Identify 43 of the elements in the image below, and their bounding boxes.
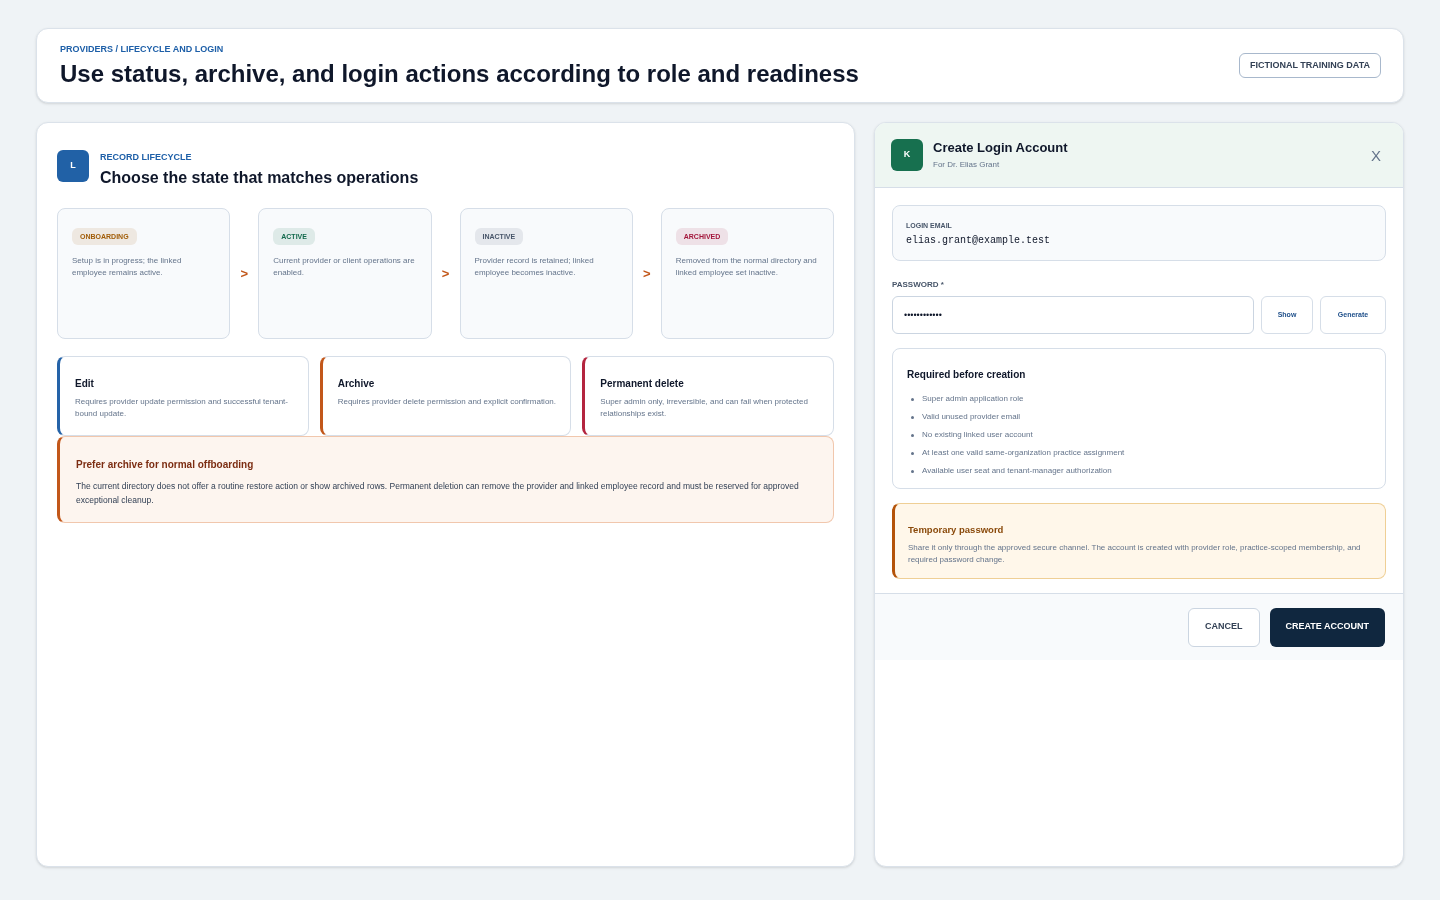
state-description: Current provider or client operations are enabled. [273,255,416,279]
action-title: Archive [337,379,376,389]
email-value: elias.grant@example.test [906,236,1052,246]
next-arrow: > [642,267,651,280]
action-title: Edit [75,379,95,389]
callout-body: The current directory does not offer a routine restore action or show archived rows. Permanent deletion can remove the provider and linked employee record and must be reserved for approved exceptional cleanup. [76,480,800,507]
bullet-icon [911,397,914,401]
state-description: Removed from the normal directory and linked employee set inactive. [675,255,818,279]
section-title: Choose the state that matches operations [100,170,419,186]
action-description: Requires provider update permission and successful tenant-bound update. [75,396,289,420]
action-description: Requires provider delete permission and explicit confirmation. [337,396,557,408]
requirement-item: Super admin application role [922,395,1024,403]
state-description: Provider record is retained; linked employee becomes inactive. [474,255,595,279]
dialog-subtitle: For Dr. Elias Grant [933,161,1001,169]
requirement-item: At least one valid same-organization practice assignment [922,449,1125,457]
password-field[interactable]: •••••••••••• [892,296,1254,334]
state-description: Setup is in progress; the linked employee remains active. [72,255,183,279]
page-title: Use status, archive, and login actions according to role and readiness [60,62,859,86]
requirement-item: No existing linked user account [922,431,1033,439]
requirement-item: Available user seat and tenant-manager authorization [922,467,1112,475]
action-title: Permanent delete [600,379,685,389]
letter-avatar-icon: K [891,139,923,171]
dialog-title: Create Login Account [933,141,1069,154]
next-arrow: > [240,267,249,280]
breadcrumb: PROVIDERS / LIFECYCLE AND LOGIN [60,45,225,54]
create-account-button[interactable]: CREATE ACCOUNT [1269,607,1385,647]
bullet-icon [911,451,914,455]
bullet-icon [911,433,914,437]
notice-title: Temporary password [908,525,1005,535]
bullet-icon [911,415,914,419]
bullet-icon [911,469,914,473]
cancel-button[interactable]: CANCEL [1188,607,1260,647]
callout-title: Prefer archive for normal offboarding [76,460,255,470]
action-description: Super admin only, irreversible, and can fail when protected relationships exist. [600,396,809,420]
field-label: PASSWORD * [892,281,944,289]
letter-avatar-icon: L [57,150,89,182]
next-arrow: > [441,267,450,280]
close-button[interactable]: X [1369,147,1383,163]
requirement-item: Valid unused provider email [922,413,1021,421]
training-data-label: FICTIONAL TRAINING DATA [1239,53,1381,78]
section-eyebrow: RECORD LIFECYCLE [100,153,193,162]
notice-body: Share it only through the approved secure channel. The account is created with provider role, practice-scoped membership, and required password change. [908,541,1362,566]
requirements-title: Required before creation [907,370,1027,380]
